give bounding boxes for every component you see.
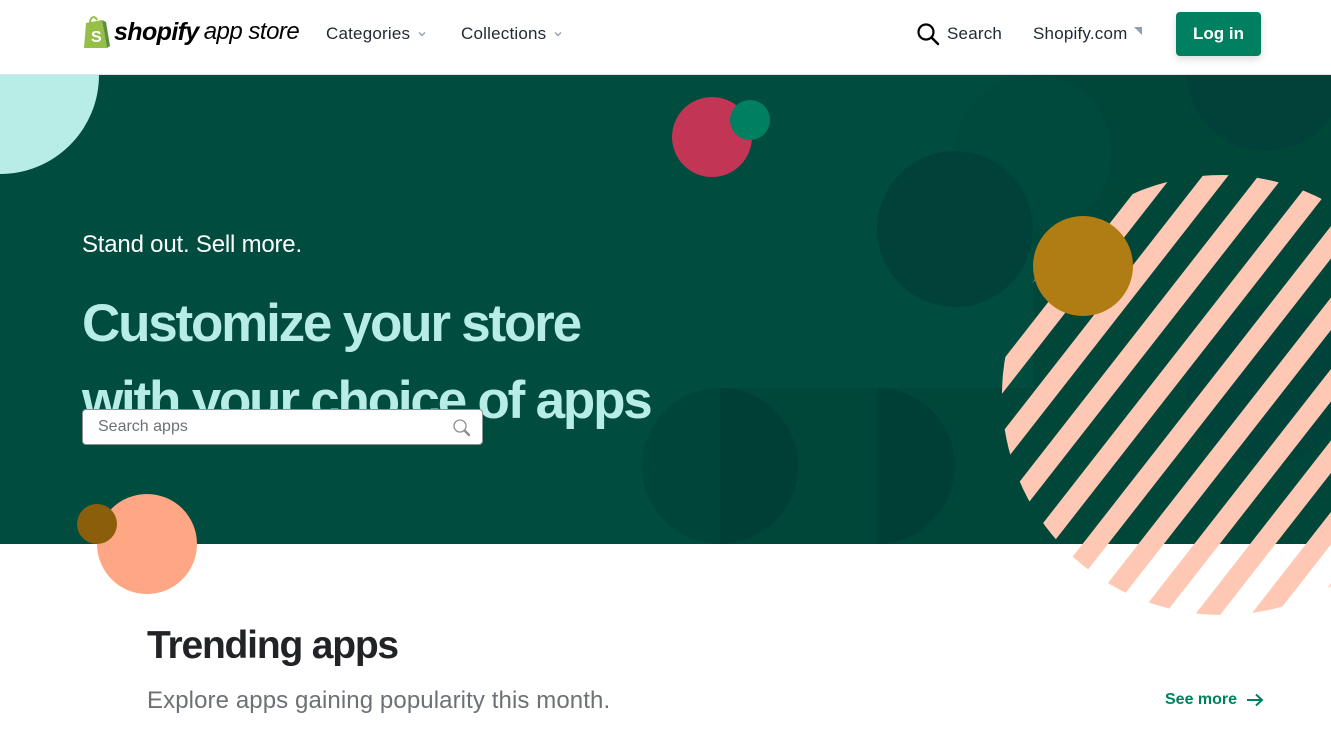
shopify-app-store-logo[interactable]: S shopify app store (82, 14, 300, 50)
header-search-label: Search (947, 24, 1003, 43)
mint-circle (0, 75, 99, 174)
app-search-field[interactable] (82, 409, 483, 445)
logo-product-text: app store (203, 18, 300, 45)
bg-circle (877, 151, 1033, 307)
nav-categories-dropdown[interactable]: Categories (326, 24, 427, 44)
hero-headline-line-1: Customize your store (82, 294, 582, 353)
hero-tagline: Stand out. Sell more. (82, 231, 302, 258)
dropdown-triangle-icon (1134, 27, 1143, 35)
hero-banner: Stand out. Sell more. Customize your sto… (0, 75, 1331, 544)
arrow-right-icon (1247, 693, 1264, 707)
header-search-button[interactable]: Search (916, 22, 1002, 46)
see-more-link[interactable]: See more (1165, 691, 1264, 709)
shopify-com-label: Shopify.com (1033, 24, 1128, 43)
logo-brand-text: shopify (114, 17, 199, 46)
login-button[interactable]: Log in (1176, 12, 1261, 56)
green-circle (730, 100, 770, 140)
nav-collections-label: Collections (461, 24, 547, 43)
search-icon[interactable] (452, 418, 472, 438)
shopify-com-link[interactable]: Shopify.com (1033, 24, 1143, 44)
bg-half-circle (642, 388, 720, 544)
search-icon (917, 23, 940, 46)
nav-collections-dropdown[interactable]: Collections (461, 24, 563, 44)
trending-apps-subtitle: Explore apps gaining popularity this mon… (147, 687, 611, 714)
app-search-input[interactable] (83, 410, 433, 444)
see-more-label: See more (1165, 691, 1238, 708)
nav-categories-label: Categories (326, 24, 411, 43)
top-navigation-bar: S shopify app store Categories Collectio… (0, 0, 1331, 75)
trending-apps-heading: Trending apps (147, 624, 399, 667)
chevron-down-icon (554, 32, 562, 37)
chevron-down-icon (418, 32, 426, 37)
shopify-bag-icon: S (84, 16, 110, 48)
svg-text:S: S (91, 29, 102, 46)
